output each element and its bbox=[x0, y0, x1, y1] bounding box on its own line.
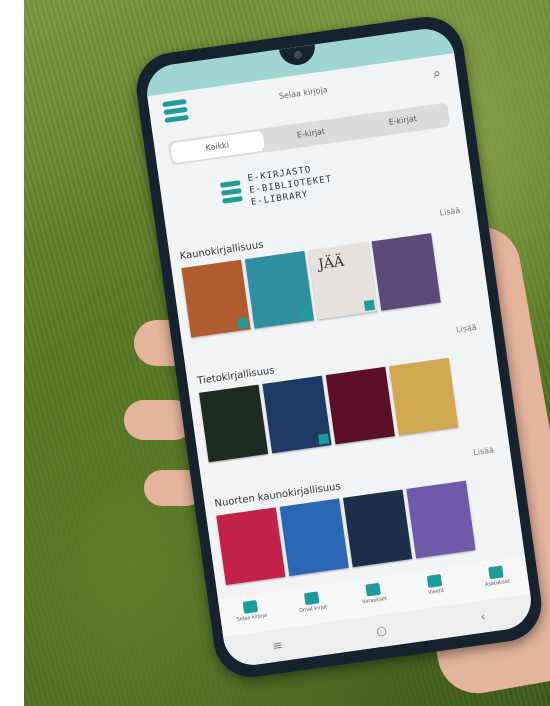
book-cover[interactable] bbox=[279, 498, 349, 577]
tab-all[interactable]: Kaikki bbox=[170, 130, 265, 164]
back-icon[interactable]: ‹ bbox=[480, 609, 487, 624]
more-link[interactable]: Lisää bbox=[473, 445, 495, 457]
book-cover[interactable]: JÄÄ bbox=[308, 241, 378, 320]
book-cover[interactable] bbox=[244, 250, 315, 329]
book-cover[interactable] bbox=[325, 366, 395, 445]
book-icon bbox=[242, 599, 259, 614]
book-row: JÄÄ bbox=[181, 226, 488, 338]
section-nonfiction: Lisää Tietokirjallisuus bbox=[197, 323, 506, 463]
tab-ebooks[interactable]: E-kirjat bbox=[264, 115, 359, 152]
book-cover[interactable] bbox=[262, 375, 332, 454]
more-link[interactable]: Lisää bbox=[455, 323, 477, 335]
book-cover[interactable] bbox=[389, 357, 459, 436]
book-cover[interactable] bbox=[406, 480, 476, 559]
bookmark-icon bbox=[365, 582, 381, 597]
smartphone: Selaa kirjoja ⌕ Kaikki E-kirjat E-kirjat… bbox=[131, 12, 547, 682]
mail-icon bbox=[426, 574, 443, 588]
shelf-icon bbox=[303, 591, 320, 606]
book-cover[interactable] bbox=[199, 384, 269, 463]
library-logo: E-KIRJASTO E-BIBLIOTEKET E-LIBRARY bbox=[219, 162, 334, 213]
recent-apps-icon[interactable]: ≡ bbox=[271, 638, 283, 653]
section-fiction: Lisää Kaunokirjallisuus JÄÄ bbox=[179, 206, 488, 338]
gear-icon bbox=[488, 565, 504, 580]
search-icon[interactable]: ⌕ bbox=[432, 65, 442, 82]
photo-background: Selaa kirjoja ⌕ Kaikki E-kirjat E-kirjat… bbox=[24, 0, 550, 706]
book-cover[interactable] bbox=[216, 507, 286, 586]
book-cover[interactable] bbox=[181, 259, 251, 338]
phone-screen: Selaa kirjoja ⌕ Kaikki E-kirjat E-kirjat… bbox=[143, 25, 535, 669]
book-row bbox=[199, 351, 506, 463]
tab-ebooks-2[interactable]: E-kirjat bbox=[355, 103, 450, 140]
home-icon[interactable]: ○ bbox=[375, 623, 387, 638]
logo-mark-icon bbox=[220, 180, 243, 207]
book-cover[interactable] bbox=[371, 233, 441, 311]
book-cover[interactable] bbox=[343, 489, 413, 568]
camera bbox=[293, 50, 303, 60]
